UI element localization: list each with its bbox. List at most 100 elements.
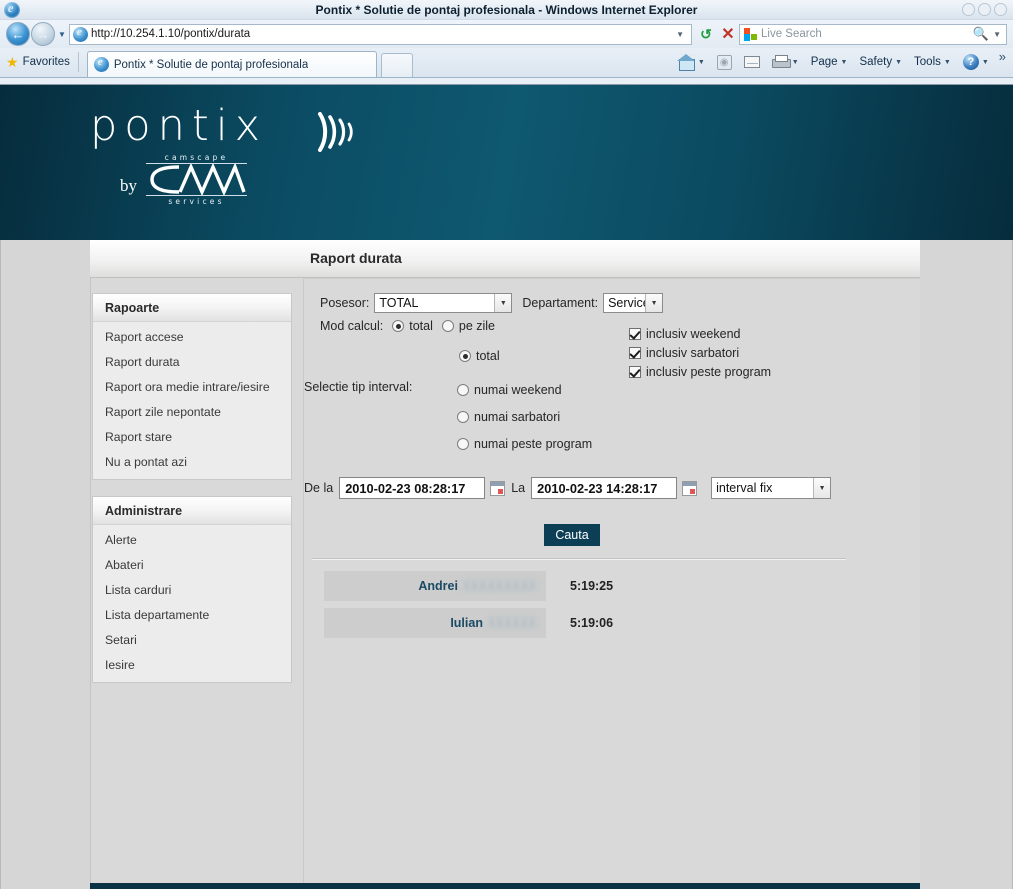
- mail-button[interactable]: [739, 51, 765, 73]
- page-title: Raport durata: [310, 250, 402, 266]
- search-box[interactable]: Live Search 🔍 ▼: [739, 23, 1007, 45]
- checkbox-icon[interactable]: [629, 366, 641, 378]
- departament-select[interactable]: Service ▼: [603, 293, 664, 313]
- address-bar-value[interactable]: http://10.254.1.10/pontix/durata: [91, 28, 671, 40]
- new-tab-button[interactable]: [380, 53, 413, 77]
- radio-numai-sarbatori[interactable]: numai sarbatori: [457, 410, 592, 424]
- camscape-logo: camscape services: [146, 153, 247, 206]
- checkbox-icon[interactable]: [629, 328, 641, 340]
- calendar-icon[interactable]: [490, 480, 506, 496]
- radio-icon[interactable]: [457, 411, 469, 423]
- table-row[interactable]: Andrei XXXXXXXXX 5:19:25: [324, 571, 864, 601]
- chevron-down-icon[interactable]: ▼: [645, 294, 663, 312]
- tab-favicon-icon: [93, 56, 109, 72]
- sidebar-item-iesire[interactable]: Iesire: [93, 652, 291, 677]
- search-icon[interactable]: 🔍: [969, 26, 993, 42]
- sidebar-item-lista-departamente[interactable]: Lista departamente: [93, 602, 291, 627]
- radio-icon[interactable]: [457, 438, 469, 450]
- toolbar-overflow-icon[interactable]: »: [996, 49, 1009, 64]
- favorites-label: Favorites: [22, 56, 70, 68]
- mod-calcul-pe-zile-option[interactable]: pe zile: [441, 319, 495, 333]
- radio-icon[interactable]: [441, 320, 454, 332]
- page-menu-button[interactable]: Page ▼: [806, 51, 853, 73]
- radio-numai-peste-program[interactable]: numai peste program: [457, 437, 592, 451]
- safety-menu-button[interactable]: Safety ▼: [854, 51, 907, 73]
- brand-logo[interactable]: pontix: [90, 101, 353, 152]
- sidebar-group-title: Administrare: [93, 497, 291, 525]
- tools-menu-button[interactable]: Tools ▼: [909, 51, 956, 73]
- stop-icon[interactable]: ✕: [717, 23, 739, 45]
- help-icon: ?: [962, 54, 979, 70]
- radio-numai-weekend[interactable]: numai weekend: [457, 383, 592, 397]
- interval-type-select[interactable]: interval fix ▼: [711, 477, 832, 499]
- browser-tab[interactable]: Pontix * Solutie de pontaj profesionala: [86, 51, 377, 77]
- chevron-down-icon[interactable]: ▼: [841, 59, 848, 66]
- forward-button[interactable]: →: [31, 22, 55, 46]
- brand-byline: by camscape services: [120, 153, 247, 206]
- home-button[interactable]: ▼: [673, 51, 710, 73]
- radio-label: numai sarbatori: [474, 410, 561, 424]
- cam-mark-icon: [146, 162, 247, 197]
- chevron-down-icon[interactable]: ▼: [944, 59, 951, 66]
- sidebar-item-nu-a-pontat-azi[interactable]: Nu a pontat azi: [93, 449, 291, 474]
- sidebar-item-alerte[interactable]: Alerte: [93, 527, 291, 552]
- checkbox-inclusiv-weekend[interactable]: inclusiv weekend: [629, 327, 771, 341]
- search-dropdown-icon[interactable]: ▼: [993, 30, 1004, 39]
- address-bar[interactable]: http://10.254.1.10/pontix/durata ▼: [69, 23, 692, 45]
- chevron-down-icon[interactable]: ▼: [813, 478, 831, 498]
- search-input[interactable]: Live Search: [761, 28, 969, 40]
- calendar-icon[interactable]: [682, 480, 698, 496]
- sub-total-label: total: [476, 349, 500, 363]
- window-controls[interactable]: [962, 3, 1007, 16]
- address-dropdown-icon[interactable]: ▼: [671, 30, 689, 39]
- maximize-button[interactable]: [978, 3, 991, 16]
- sidebar-item-raport-stare[interactable]: Raport stare: [93, 424, 291, 449]
- posesor-select[interactable]: TOTAL ▼: [374, 293, 513, 313]
- result-first-name: Andrei: [418, 579, 458, 593]
- chevron-down-icon[interactable]: ▼: [698, 59, 705, 66]
- refresh-icon[interactable]: ↺: [695, 23, 717, 45]
- sidebar-item-raport-durata[interactable]: Raport durata: [93, 349, 291, 374]
- table-row[interactable]: Iulian XXXXXX 5:19:06: [324, 608, 864, 638]
- live-search-logo-icon: [744, 27, 757, 41]
- sidebar-item-abateri[interactable]: Abateri: [93, 552, 291, 577]
- window-title: Pontix * Solutie de pontaj profesionala …: [315, 3, 698, 17]
- chevron-down-icon[interactable]: ▼: [895, 59, 902, 66]
- favorites-button[interactable]: ★ Favorites: [0, 51, 78, 73]
- chevron-down-icon[interactable]: ▼: [494, 294, 512, 312]
- la-input[interactable]: 2010-02-23 14:28:17: [531, 477, 678, 499]
- radio-icon[interactable]: [459, 350, 471, 362]
- sidebar-item-raport-zile-nepontate[interactable]: Raport zile nepontate: [93, 399, 291, 424]
- chevron-down-icon[interactable]: ▼: [792, 59, 799, 66]
- sidebar-item-lista-carduri[interactable]: Lista carduri: [93, 577, 291, 602]
- feeds-button[interactable]: ◉: [712, 51, 737, 73]
- result-duration: 5:19:06: [570, 616, 614, 630]
- checkbox-inclusiv-peste-program[interactable]: inclusiv peste program: [629, 365, 771, 379]
- sidebar-item-raport-accese[interactable]: Raport accese: [93, 324, 291, 349]
- radio-icon[interactable]: [457, 384, 469, 396]
- home-icon: [676, 53, 695, 71]
- back-button[interactable]: ←: [6, 22, 30, 46]
- camscape-bottom-label: services: [146, 195, 247, 206]
- help-button[interactable]: ? ▼: [958, 51, 994, 73]
- sidebar-item-raport-ora-medie[interactable]: Raport ora medie intrare/iesire: [93, 374, 291, 399]
- result-last-name-redacted: XXXXXX: [486, 616, 537, 630]
- checkbox-inclusiv-sarbatori[interactable]: inclusiv sarbatori: [629, 346, 771, 360]
- chevron-down-icon[interactable]: ▼: [982, 59, 989, 66]
- sidebar-item-setari[interactable]: Setari: [93, 627, 291, 652]
- camscape-top-label: camscape: [146, 153, 247, 164]
- checkbox-label: inclusiv peste program: [646, 365, 772, 379]
- de-la-input[interactable]: 2010-02-23 08:28:17: [339, 477, 486, 499]
- mod-calcul-total-option[interactable]: total: [392, 319, 433, 333]
- close-button[interactable]: [994, 3, 1007, 16]
- checkbox-icon[interactable]: [629, 347, 641, 359]
- minimize-button[interactable]: [962, 3, 975, 16]
- sub-total-option[interactable]: total: [459, 349, 500, 363]
- brand-name: pontix: [90, 101, 268, 151]
- radio-icon[interactable]: [392, 320, 405, 332]
- star-icon: ★: [6, 53, 19, 70]
- search-button[interactable]: Cauta: [544, 524, 600, 546]
- history-dropdown-icon[interactable]: ▼: [55, 30, 69, 39]
- print-button[interactable]: ▼: [767, 51, 804, 73]
- interval-type-value: interval fix: [716, 481, 773, 495]
